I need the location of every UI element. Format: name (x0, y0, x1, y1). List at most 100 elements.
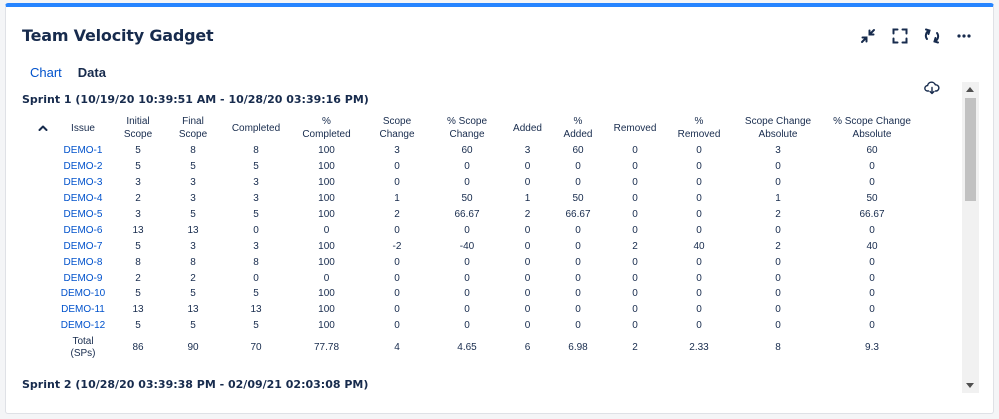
table-cell: 0 (696, 209, 702, 220)
cloud-download-icon[interactable] (924, 81, 940, 100)
table-cell: 0 (632, 256, 638, 268)
total-label: Total (SPs) (70, 335, 96, 359)
table-cell: 100 (318, 256, 335, 268)
gadget-actions (859, 27, 973, 45)
table-cell: 1 (524, 193, 531, 205)
scroll-down-arrow-icon[interactable] (966, 383, 974, 388)
table-cell: 5 (190, 288, 196, 300)
issue-link[interactable]: DEMO-7 (64, 241, 103, 252)
table-cell: 100 (318, 240, 335, 252)
table-cell: 0 (869, 288, 875, 300)
table-cell: 0 (632, 304, 638, 316)
sprint-1-header[interactable]: Sprint 1 (10/19/20 10:39:51 AM - 10/28/2… (22, 93, 369, 106)
table-cell: 0 (524, 161, 531, 173)
table-cell: 2 (632, 240, 638, 252)
table-cell: 0 (632, 145, 638, 157)
table-cell: 0 (632, 209, 638, 220)
refresh-icon[interactable] (923, 27, 941, 45)
table-cell: 0 (464, 320, 470, 332)
gadget-title: Team Velocity Gadget (22, 26, 214, 45)
table-cell: 0 (869, 224, 875, 236)
table-row: DEMO-7 5 3 3 100 -2 -40 0 0 2 40 2 40 (54, 238, 920, 254)
table-row: DEMO-1 5 8 8 100 3 60 3 60 0 0 3 60 (54, 143, 920, 159)
table-row: DEMO-9 2 2 0 0 0 0 0 0 0 0 0 0 (54, 270, 920, 286)
issue-link[interactable]: DEMO-2 (64, 161, 103, 172)
issue-cell: DEMO-1 (54, 143, 112, 159)
velocity-data-table: Issue Initial Scope Final Scope Completed … (54, 113, 920, 362)
table-cell: 0 (869, 161, 875, 173)
total-cell: 2.33 (689, 341, 709, 353)
scrollbar-thumb[interactable] (965, 98, 976, 201)
issue-link[interactable]: DEMO-12 (61, 320, 105, 331)
table-cell: 0 (253, 272, 259, 284)
table-cell: 0 (524, 320, 531, 332)
table-cell: 100 (318, 161, 335, 173)
total-cell: 2 (632, 341, 638, 353)
issue-link[interactable]: DEMO-3 (64, 177, 103, 188)
issue-cell: DEMO-3 (54, 175, 112, 191)
issue-link[interactable]: DEMO-11 (61, 304, 105, 315)
table-cell: 2 (394, 209, 400, 220)
table-cell: 100 (318, 304, 335, 316)
table-cell: 2 (190, 272, 196, 284)
issue-cell: DEMO-12 (54, 318, 112, 334)
vertical-scrollbar[interactable] (962, 82, 979, 393)
issue-link[interactable]: DEMO-10 (61, 288, 105, 299)
issue-link[interactable]: DEMO-8 (64, 257, 103, 268)
fullscreen-icon[interactable] (891, 27, 909, 45)
table-cell: 0 (775, 272, 781, 284)
issue-link[interactable]: DEMO-5 (64, 209, 103, 220)
col-percent-scope-change-absolute: % Scope Change Absolute (833, 116, 911, 140)
table-cell: 5 (135, 240, 141, 252)
total-cell: 6 (524, 341, 531, 353)
issue-link[interactable]: DEMO-6 (64, 225, 103, 236)
table-cell: 2 (775, 240, 781, 252)
table-row: DEMO-8 8 8 8 100 0 0 0 0 0 0 0 0 (54, 254, 920, 270)
table-cell: 0 (696, 161, 702, 173)
total-cell: 4.65 (457, 341, 477, 353)
table-cell: 3 (253, 240, 259, 252)
table-cell: 5 (253, 320, 259, 332)
tab-data[interactable]: Data (78, 65, 106, 80)
table-cell: 0 (575, 320, 581, 332)
table-cell: 66.67 (565, 209, 591, 220)
table-cell: 0 (575, 240, 581, 252)
total-cell: 4 (394, 341, 400, 353)
total-cell: 77.78 (313, 341, 340, 353)
issue-link[interactable]: DEMO-1 (64, 145, 103, 156)
table-cell: 0 (524, 177, 531, 189)
table-cell: 5 (190, 320, 196, 332)
table-cell: 8 (253, 145, 259, 157)
sprint-2-header[interactable]: Sprint 2 (10/28/20 03:39:38 PM - 02/09/2… (22, 378, 368, 391)
table-row: DEMO-5 3 5 5 100 2 66.67 2 66.67 0 0 2 66.67 (54, 207, 920, 223)
table-cell: 66.67 (859, 209, 885, 220)
issue-cell: DEMO-10 (54, 286, 112, 302)
table-cell: 40 (693, 240, 705, 252)
table-cell: 0 (394, 161, 400, 173)
table-cell: 0 (632, 224, 638, 236)
table-cell: 0 (394, 224, 400, 236)
collapse-chevron-up-icon[interactable] (38, 119, 48, 137)
table-cell: -2 (392, 240, 402, 252)
issue-cell: DEMO-11 (54, 302, 112, 318)
table-cell: 13 (250, 304, 262, 316)
issue-link[interactable]: DEMO-9 (64, 273, 103, 284)
table-cell: 13 (132, 224, 144, 236)
tab-chart[interactable]: Chart (30, 65, 62, 80)
table-cell: 0 (394, 256, 400, 268)
total-cell: 86 (132, 341, 144, 353)
scroll-up-arrow-icon[interactable] (966, 87, 974, 92)
table-cell: 0 (632, 272, 638, 284)
table-cell: 5 (253, 161, 259, 173)
col-issue: Issue (71, 122, 95, 134)
issue-cell: DEMO-2 (54, 159, 112, 175)
more-icon[interactable] (955, 27, 973, 45)
table-cell: 0 (696, 272, 702, 284)
minimize-icon[interactable] (859, 27, 877, 45)
col-percent-removed: % Removed (677, 116, 721, 140)
table-cell: 3 (135, 177, 141, 189)
table-row: DEMO-2 5 5 5 100 0 0 0 0 0 0 0 0 (54, 159, 920, 175)
issue-link[interactable]: DEMO-4 (64, 193, 103, 204)
issue-cell: DEMO-9 (54, 270, 112, 286)
table-row: DEMO-3 3 3 3 100 0 0 0 0 0 0 0 0 (54, 175, 920, 191)
